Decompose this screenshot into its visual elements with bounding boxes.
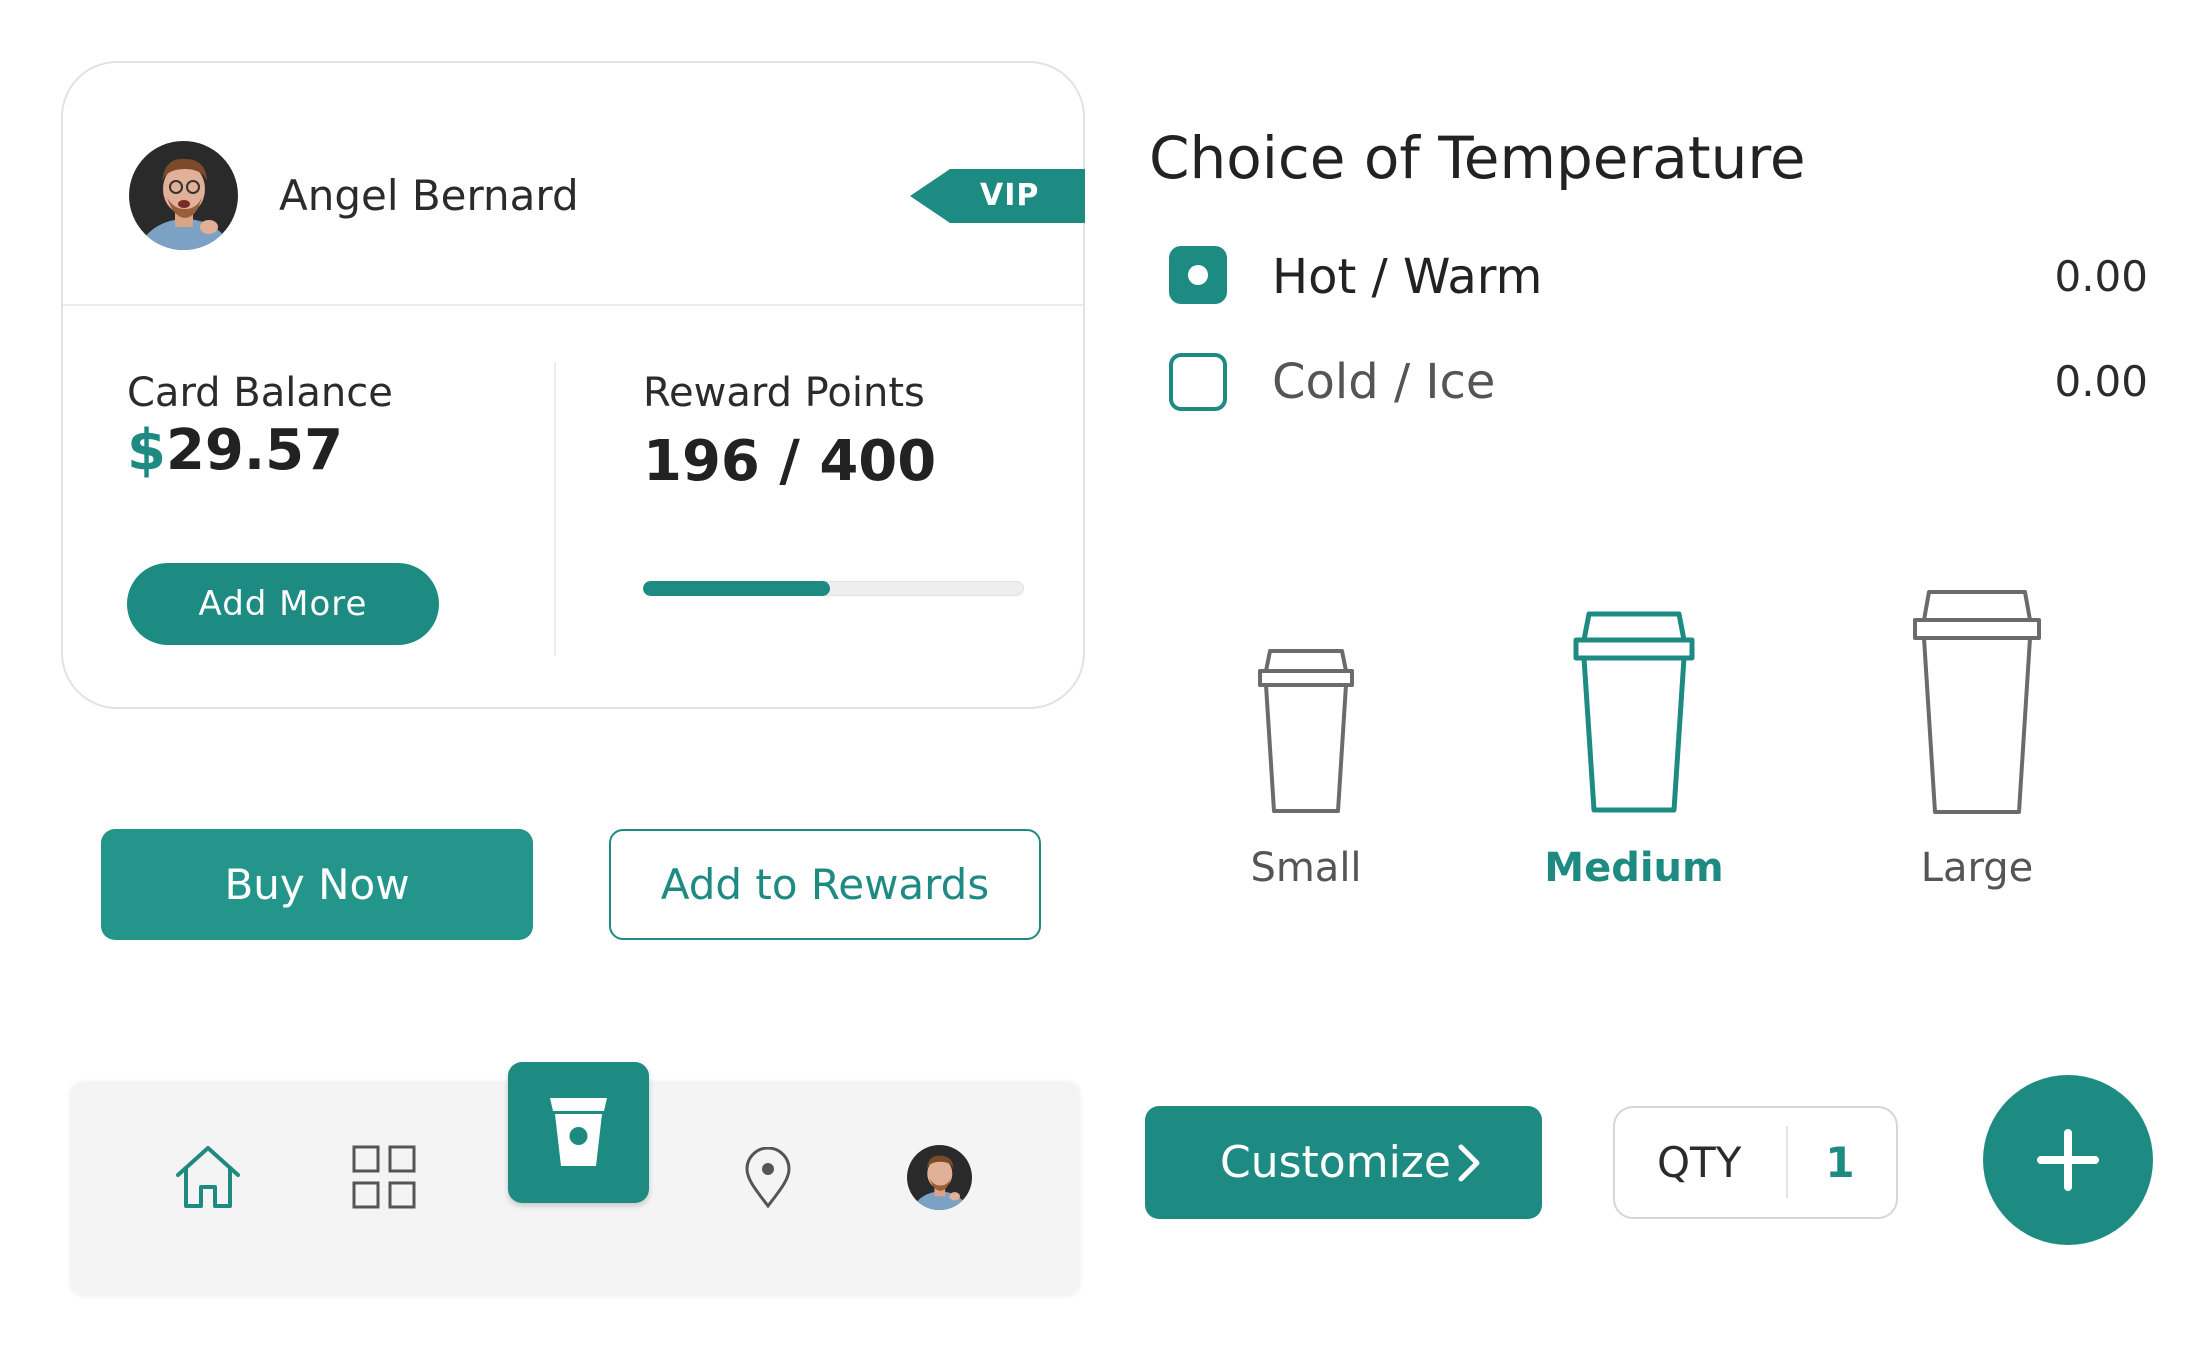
medium-cup-icon [1573,611,1695,813]
chevron-right-icon [1458,1144,1480,1182]
size-medium[interactable] [1572,610,1696,820]
grid-icon [352,1145,416,1209]
qty-divider [1786,1126,1788,1198]
qty-value[interactable]: 1 [1820,1136,1860,1190]
size-small-label[interactable]: Small [1186,843,1426,893]
large-cup-icon [1913,590,2041,814]
card-divider [63,304,1083,306]
plus-icon [2037,1129,2099,1191]
nav-home[interactable] [173,1143,243,1211]
qty-label: QTY [1657,1138,1742,1187]
hot-warm-label[interactable]: Hot / Warm [1272,248,1542,306]
temperature-title: Choice of Temperature [1149,124,1806,192]
customize-button[interactable]: Customize [1145,1106,1542,1219]
reward-progress-bar [643,581,1024,596]
reward-progress-fill [643,581,830,596]
add-to-cart-button[interactable] [1983,1075,2153,1245]
reward-points-label: Reward Points [643,370,925,416]
radio-selected-dot [1188,265,1208,285]
add-to-rewards-button[interactable]: Add to Rewards [609,829,1041,940]
balance-amount: 29.57 [165,418,344,483]
location-pin-icon [745,1147,791,1209]
small-cup-icon [1258,649,1354,813]
nav-location[interactable] [743,1147,793,1209]
cold-ice-radio[interactable] [1169,353,1227,411]
size-medium-label[interactable]: Medium [1514,843,1754,893]
card-balance-label: Card Balance [127,370,393,416]
card-balance-value: $29.57 [127,417,343,485]
profile-avatar-icon [907,1145,972,1210]
user-photo-icon [129,141,238,250]
nav-profile[interactable] [907,1145,972,1210]
cup-icon [550,1098,607,1166]
buy-now-button[interactable]: Buy Now [101,829,533,940]
cold-ice-price: 0.00 [2054,357,2148,406]
reward-points-value: 196 / 400 [643,429,937,494]
hot-warm-price: 0.00 [2054,252,2148,301]
size-large-label[interactable]: Large [1857,843,2097,893]
home-icon [176,1146,240,1208]
size-large[interactable] [1911,588,2043,822]
add-more-button[interactable]: Add More [127,563,439,645]
customize-label: Customize [1220,1137,1451,1188]
hot-warm-radio[interactable] [1169,246,1227,304]
size-small[interactable] [1256,647,1356,821]
user-avatar[interactable] [129,141,238,250]
vip-badge-label: VIP [980,178,1040,213]
user-name: Angel Bernard [279,171,579,220]
card-vertical-divider [554,362,556,656]
nav-order[interactable] [508,1062,649,1203]
cold-ice-label[interactable]: Cold / Ice [1272,353,1495,411]
currency-symbol: $ [127,418,166,483]
nav-menu[interactable] [352,1145,416,1209]
